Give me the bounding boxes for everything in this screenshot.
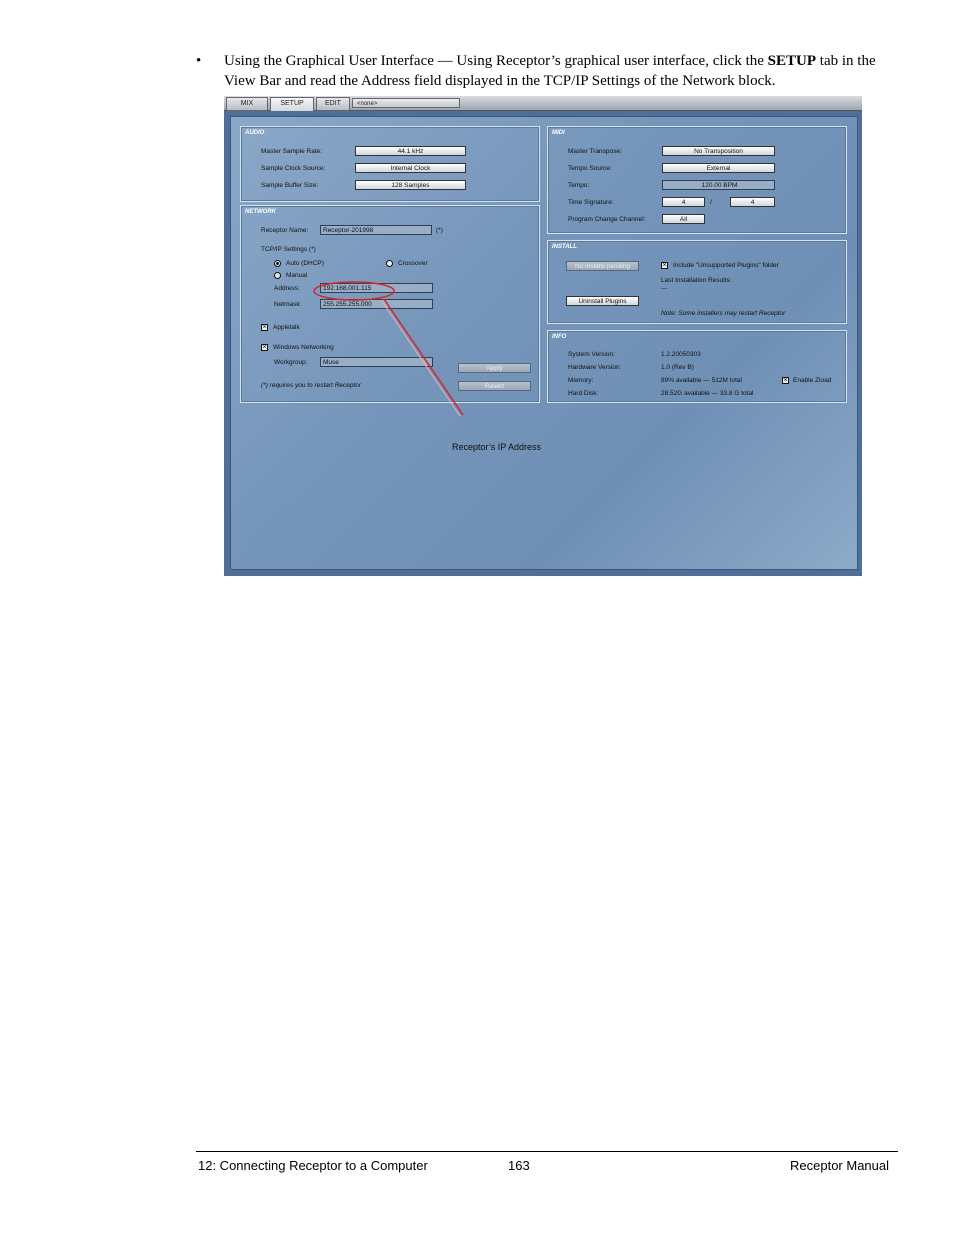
tab-setup[interactable]: SETUP	[270, 97, 314, 111]
tab-mix[interactable]: MIX	[226, 97, 268, 111]
intro-text: Using the Graphical User Interface — Usi…	[224, 51, 886, 91]
footer-page-number: 163	[508, 1158, 530, 1173]
tab-edit[interactable]: EDIT	[316, 97, 350, 111]
footer-rule	[196, 1151, 898, 1152]
receptor-setup-screenshot: MIX SETUP EDIT <none> AUDIO Master Sampl…	[224, 96, 862, 576]
callout-line-outer	[383, 298, 464, 416]
footer-chapter: 12: Connecting Receptor to a Computer	[198, 1158, 428, 1173]
preset-selector[interactable]: <none>	[352, 98, 460, 108]
ip-address-callout-label: Receptor’s IP Address	[452, 442, 542, 452]
intro-setup-bold: SETUP	[767, 53, 817, 69]
setup-page: AUDIO Master Sample Rate: 44.1 kHz Sampl…	[230, 116, 858, 570]
callout-line-inner	[380, 299, 461, 417]
intro-text-start: Using the Graphical User Interface — Usi…	[224, 53, 768, 69]
footer-manual-title: Receptor Manual	[790, 1158, 889, 1173]
bullet: •	[196, 53, 202, 69]
address-highlight-ellipse	[313, 281, 395, 301]
callout-overlay	[313, 281, 464, 417]
view-bar: MIX SETUP EDIT <none>	[224, 96, 862, 111]
